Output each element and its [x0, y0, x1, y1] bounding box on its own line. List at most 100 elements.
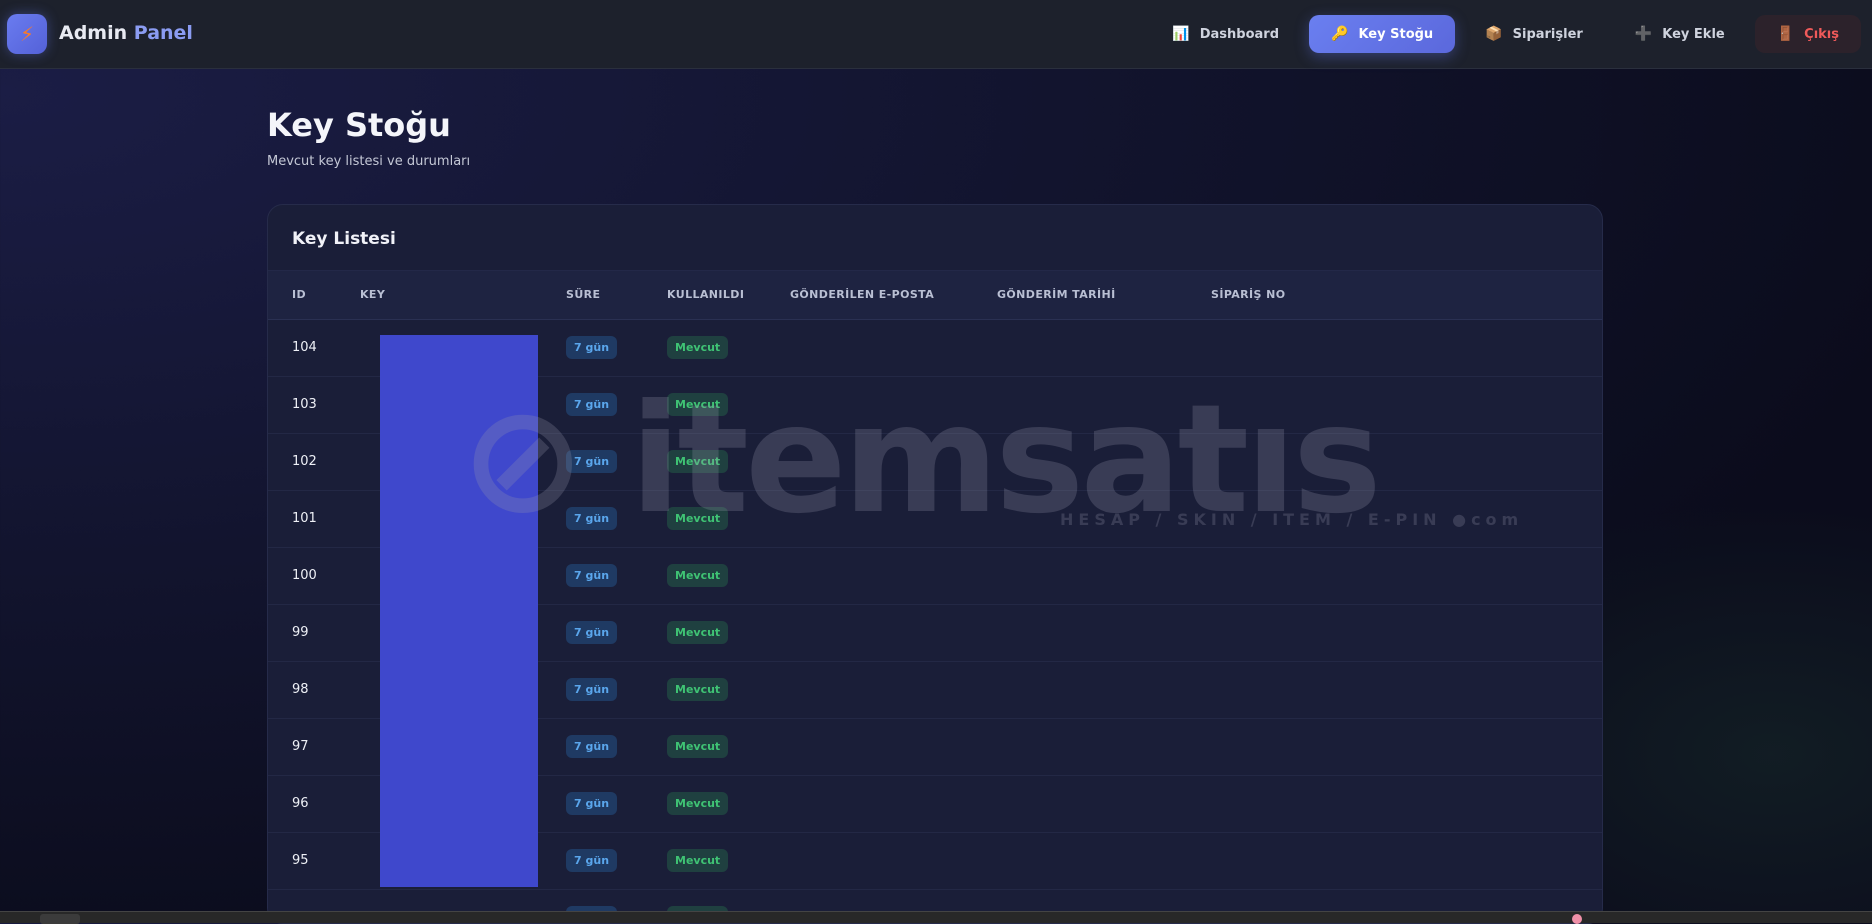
date-cell	[997, 832, 1211, 890]
order-cell	[1211, 376, 1602, 434]
id-cell: 98	[268, 661, 360, 719]
sure-cell: 7 gün	[566, 661, 667, 719]
sure-cell: 7 gün	[566, 319, 667, 377]
taskbar	[0, 911, 1872, 924]
order-cell	[1211, 718, 1602, 776]
id-cell: 95	[268, 832, 360, 890]
duration-badge: 7 gün	[566, 507, 618, 530]
id-cell: 97	[268, 718, 360, 776]
status-badge: Mevcut	[667, 621, 729, 644]
duration-badge: 7 gün	[566, 849, 618, 872]
date-cell	[997, 661, 1211, 719]
id-cell: 104	[268, 319, 360, 377]
status-cell: Mevcut	[667, 661, 790, 719]
nav-label: Key Stoğu	[1358, 26, 1434, 42]
sure-cell: 7 gün	[566, 433, 667, 491]
id-cell: 96	[268, 775, 360, 833]
sure-cell: 7 gün	[566, 547, 667, 605]
nav-siparisler[interactable]: 📦 Siparişler	[1463, 15, 1605, 53]
email-cell	[790, 832, 997, 890]
sure-cell: 7 gün	[566, 490, 667, 548]
status-cell: Mevcut	[667, 832, 790, 890]
nav-label: Dashboard	[1199, 26, 1280, 42]
top-navbar: ⚡ Admin Panel 📊 Dashboard 🔑 Key Stoğu 📦 Sipar…	[0, 0, 1872, 69]
page-subtitle: Mevcut key listesi ve durumları	[267, 154, 471, 169]
column-header[interactable]: KULLANILDI	[667, 271, 790, 320]
lightning-icon[interactable]: ⚡	[7, 14, 47, 54]
duration-badge: 7 gün	[566, 621, 618, 644]
email-cell	[790, 376, 997, 434]
brand-main: Admin	[59, 22, 128, 44]
sure-cell: 7 gün	[566, 376, 667, 434]
order-cell	[1211, 604, 1602, 662]
status-cell: Mevcut	[667, 376, 790, 434]
date-cell	[997, 376, 1211, 434]
order-cell	[1211, 775, 1602, 833]
email-cell	[790, 604, 997, 662]
date-cell	[997, 775, 1211, 833]
status-cell: Mevcut	[667, 319, 790, 377]
duration-badge: 7 gün	[566, 393, 618, 416]
id-cell: 99	[268, 604, 360, 662]
id-cell: 100	[268, 547, 360, 605]
status-badge: Mevcut	[667, 678, 729, 701]
id-cell: 101	[268, 490, 360, 548]
status-cell: Mevcut	[667, 433, 790, 491]
email-cell	[790, 718, 997, 776]
column-header[interactable]: SİPARİŞ NO	[1211, 271, 1602, 320]
nav-cikis[interactable]: 🚪 Çıkış	[1754, 15, 1861, 53]
sure-cell: 7 gün	[566, 718, 667, 776]
column-header[interactable]: GÖNDERİM TARİHİ	[997, 271, 1211, 320]
brand-title: Admin Panel	[59, 22, 193, 44]
nav-label: Key Ekle	[1662, 26, 1725, 42]
nav-label: Siparişler	[1512, 26, 1583, 42]
nav-label: Çıkış	[1804, 26, 1839, 42]
column-header[interactable]: SÜRE	[566, 271, 667, 320]
duration-badge: 7 gün	[566, 450, 618, 473]
sure-cell: 7 gün	[566, 832, 667, 890]
email-cell	[790, 661, 997, 719]
order-cell	[1211, 661, 1602, 719]
order-cell	[1211, 319, 1602, 377]
column-header[interactable]: GÖNDERİLEN E-POSTA	[790, 271, 997, 320]
column-header[interactable]: KEY	[360, 271, 566, 320]
order-cell	[1211, 832, 1602, 890]
chart-icon: 📊	[1172, 26, 1190, 42]
nav-dashboard[interactable]: 📊 Dashboard	[1150, 15, 1301, 53]
nav-key-stogu[interactable]: 🔑 Key Stoğu	[1309, 15, 1456, 53]
email-cell	[790, 433, 997, 491]
page-title: Key Stoğu	[267, 106, 451, 144]
duration-badge: 7 gün	[566, 678, 618, 701]
email-cell	[790, 490, 997, 548]
plus-icon: ➕	[1634, 26, 1653, 42]
date-cell	[997, 604, 1211, 662]
package-icon: 📦	[1485, 26, 1503, 42]
order-cell	[1211, 547, 1602, 605]
nav-key-ekle[interactable]: ➕ Key Ekle	[1613, 15, 1747, 53]
duration-badge: 7 gün	[566, 564, 618, 587]
key-icon: 🔑	[1331, 26, 1349, 42]
brand-accent: Panel	[133, 22, 193, 44]
order-cell	[1211, 433, 1602, 491]
date-cell	[997, 319, 1211, 377]
email-cell	[790, 775, 997, 833]
duration-badge: 7 gün	[566, 336, 618, 359]
table-header-row: ID KEY SÜRE KULLANILDI GÖNDERİLEN E-POSTA GÖN…	[268, 271, 1602, 320]
status-badge: Mevcut	[667, 735, 729, 758]
status-cell: Mevcut	[667, 775, 790, 833]
status-cell: Mevcut	[667, 490, 790, 548]
id-cell: 102	[268, 433, 360, 491]
door-icon: 🚪	[1776, 26, 1795, 42]
sure-cell: 7 gün	[566, 604, 667, 662]
status-badge: Mevcut	[667, 336, 729, 359]
card-title: Key Listesi	[268, 205, 1602, 271]
date-cell	[997, 547, 1211, 605]
column-header[interactable]: ID	[268, 271, 360, 320]
status-badge: Mevcut	[667, 450, 729, 473]
duration-badge: 7 gün	[566, 735, 618, 758]
status-badge: Mevcut	[667, 792, 729, 815]
id-cell: 103	[268, 376, 360, 434]
sure-cell: 7 gün	[566, 775, 667, 833]
status-badge: Mevcut	[667, 507, 729, 530]
date-cell	[997, 718, 1211, 776]
